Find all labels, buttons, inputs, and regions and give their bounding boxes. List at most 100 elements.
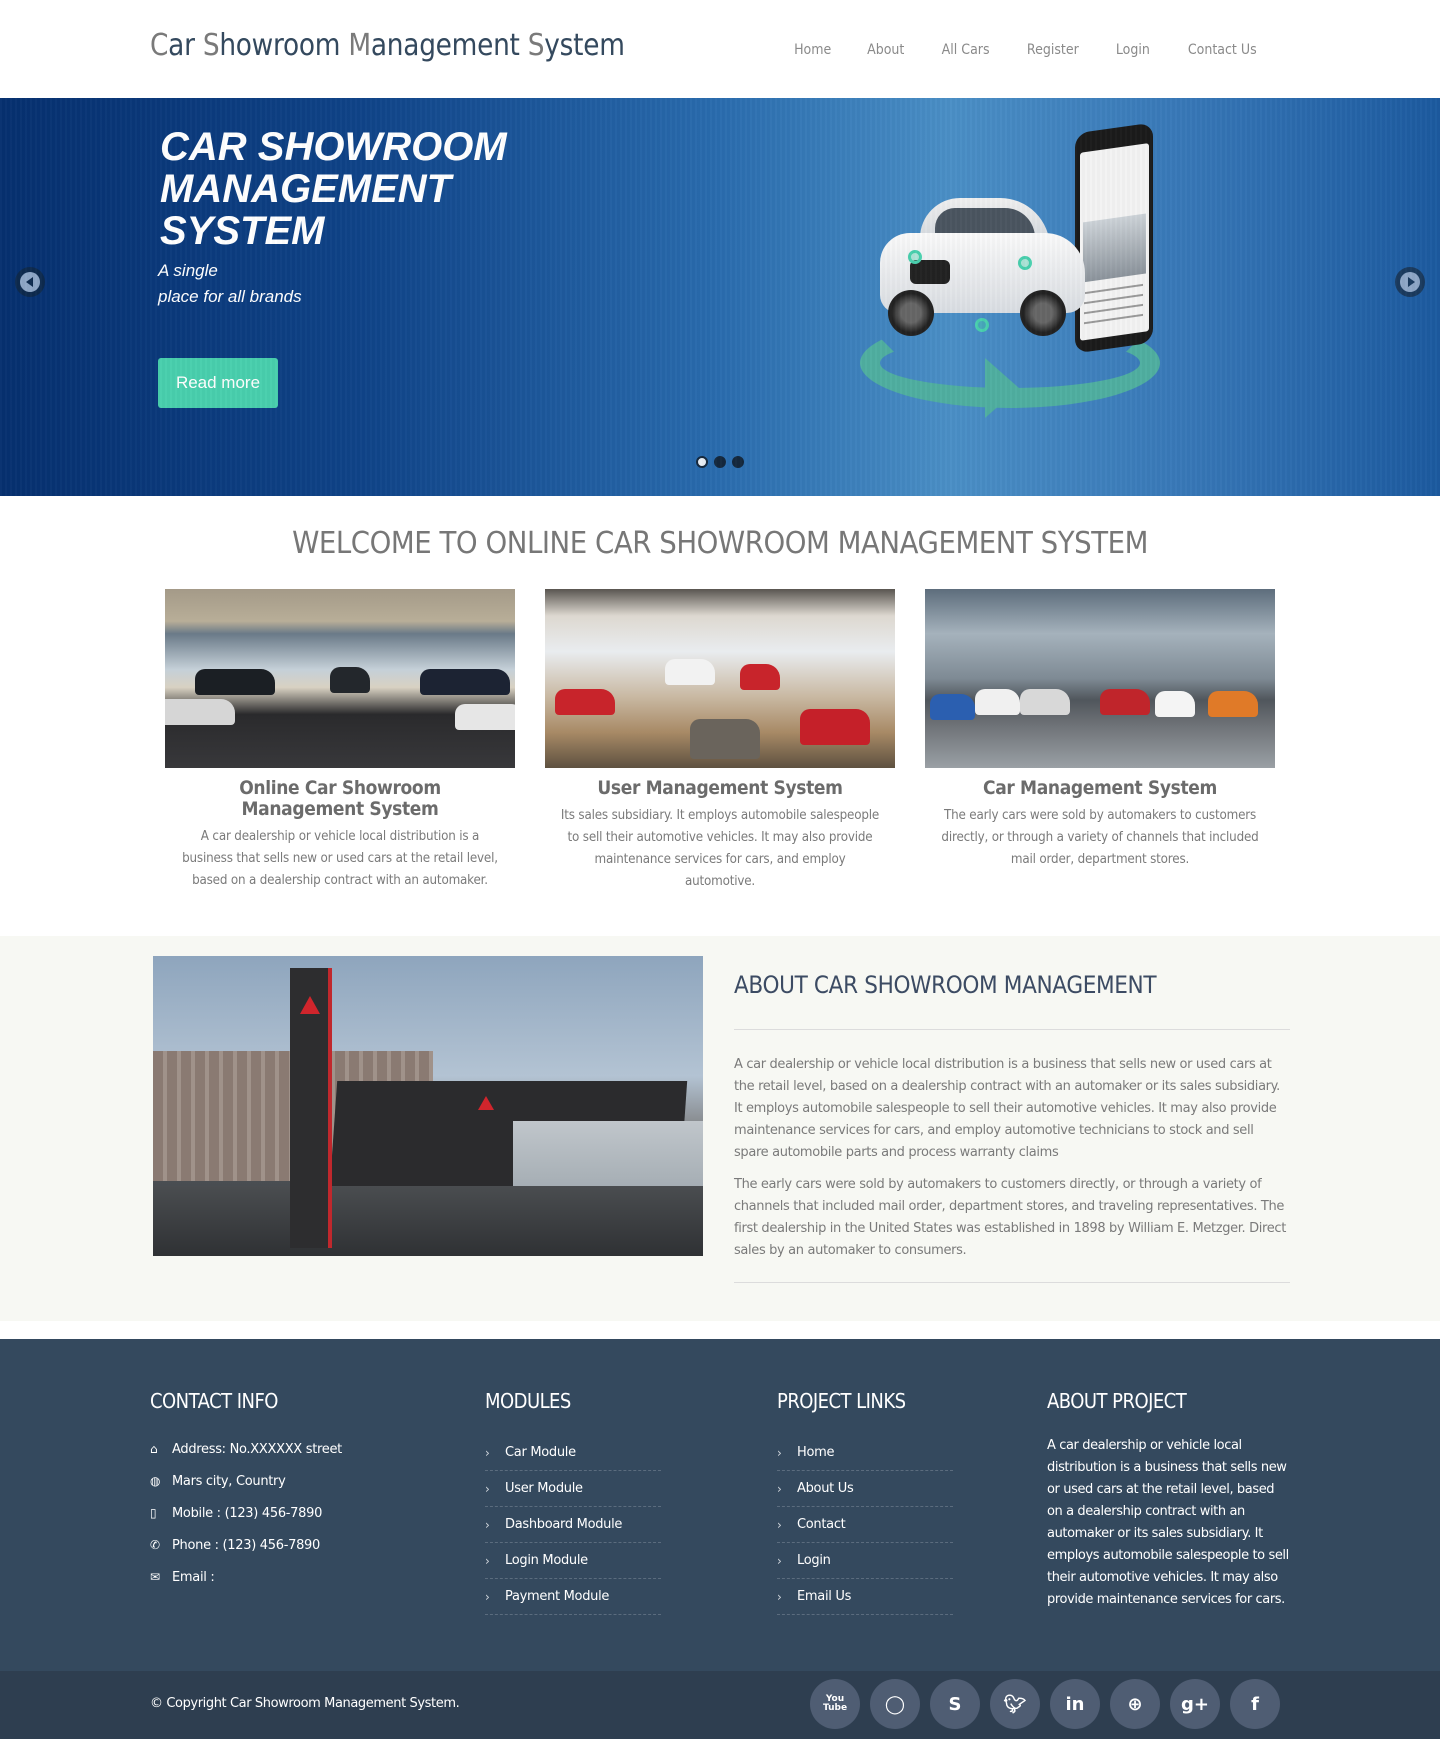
- carousel-dot-2[interactable]: [714, 456, 726, 468]
- hero-subtitle-line: A single: [158, 261, 218, 280]
- chevron-right-icon: ›: [777, 1481, 782, 1496]
- project-link-home[interactable]: › Home: [777, 1435, 953, 1471]
- card-text: A car dealership or vehicle local distri…: [182, 829, 498, 888]
- copyright-text: © Copyright Car Showroom Management Syst…: [150, 1696, 460, 1711]
- hero-carousel: CAR SHOWROOM MANAGEMENT SYSTEM A single pla…: [0, 98, 1440, 496]
- brand-text-part: anagement: [370, 28, 528, 63]
- link-label: Payment Module: [505, 1589, 610, 1604]
- site-footer: CONTACT INFO ⌂ Address: No.XXXXXX street ◍…: [0, 1339, 1440, 1671]
- link-label: About Us: [797, 1481, 854, 1496]
- contact-heading: CONTACT INFO: [150, 1389, 278, 1413]
- chevron-right-icon: ›: [777, 1517, 782, 1532]
- divider: [734, 1282, 1290, 1283]
- carousel-dot-1[interactable]: [696, 456, 708, 468]
- modules-column: MODULES › Car Module › User Module › Dashboar…: [485, 1389, 661, 1615]
- site-logo[interactable]: Car Showroom Management System: [150, 28, 625, 63]
- contact-text: Email :: [172, 1569, 215, 1585]
- about-section: ABOUT CAR SHOWROOM MANAGEMENT A car deal…: [0, 936, 1440, 1321]
- feature-card: User Management System Its sales subsidi…: [545, 589, 895, 893]
- contact-item: ✉ Email :: [150, 1561, 342, 1593]
- brand-text-part: ar: [168, 28, 203, 63]
- facebook-icon: f: [1251, 1693, 1259, 1715]
- hotspot-icon: [975, 318, 989, 332]
- project-links-heading: PROJECT LINKS: [777, 1389, 906, 1413]
- feature-card: Car Management System The early cars wer…: [925, 589, 1275, 893]
- hero-title-line: MANAGEMENT: [160, 167, 452, 211]
- dribbble-button[interactable]: ⊕: [1110, 1679, 1160, 1729]
- contact-text: Phone : (123) 456-7890: [172, 1537, 320, 1553]
- link-label: Email Us: [797, 1589, 852, 1604]
- google-plus-button[interactable]: g+: [1170, 1679, 1220, 1729]
- project-link-about-us[interactable]: › About Us: [777, 1471, 953, 1507]
- youtube-button[interactable]: You Tube: [810, 1679, 860, 1729]
- linkedin-button[interactable]: in: [1050, 1679, 1100, 1729]
- chevron-right-icon: ›: [485, 1445, 490, 1460]
- welcome-heading: WELCOME TO ONLINE CAR SHOWROOM MANAGEMEN…: [292, 526, 1148, 561]
- dribbble-icon: ⊕: [1127, 1693, 1143, 1715]
- hero-illustration: [860, 118, 1180, 448]
- dealership-building-image: [153, 956, 703, 1256]
- google-plus-icon: g+: [1181, 1693, 1209, 1715]
- card-title: Car Management System: [983, 777, 1217, 799]
- project-link-login[interactable]: › Login: [777, 1543, 953, 1579]
- carousel-dot-3[interactable]: [732, 456, 744, 468]
- brand-text-part: C: [150, 28, 169, 63]
- brand-text-part: S: [202, 28, 220, 63]
- nav-link-all-cars[interactable]: All Cars: [942, 42, 990, 58]
- github-icon: ◯: [884, 1693, 906, 1715]
- contact-info-column: CONTACT INFO ⌂ Address: No.XXXXXX street ◍…: [150, 1389, 342, 1593]
- contact-text: Mars city, Country: [172, 1473, 286, 1489]
- contact-item: ✆ Phone : (123) 456-7890: [150, 1529, 342, 1561]
- brand-text-part: ystem: [544, 28, 625, 63]
- link-label: Contact: [797, 1517, 846, 1532]
- link-label: User Module: [505, 1481, 583, 1496]
- about-heading: ABOUT CAR SHOWROOM MANAGEMENT: [734, 971, 1157, 999]
- youtube-icon: You Tube: [822, 1694, 848, 1713]
- linkedin-icon: in: [1065, 1693, 1085, 1715]
- card-text: The early cars were sold by automakers t…: [941, 808, 1259, 867]
- hero-subtitle: A single place for all brands: [158, 258, 302, 310]
- car-graphic: [880, 198, 1090, 336]
- about-paragraph: A car dealership or vehicle local distri…: [734, 1057, 1280, 1160]
- card-title: User Management System: [597, 777, 843, 799]
- about-project-heading: ABOUT PROJECT: [1047, 1389, 1187, 1413]
- project-link-contact[interactable]: › Contact: [777, 1507, 953, 1543]
- twitter-button[interactable]: 🐦︎: [990, 1679, 1040, 1729]
- link-label: Car Module: [505, 1445, 576, 1460]
- carousel-indicators: [696, 456, 744, 468]
- link-label: Dashboard Module: [505, 1517, 623, 1532]
- phone-icon: ✆: [150, 1538, 160, 1552]
- nav-link-register[interactable]: Register: [1027, 42, 1079, 58]
- module-link-login-module[interactable]: › Login Module: [485, 1543, 661, 1579]
- carousel-prev-button[interactable]: [15, 267, 45, 297]
- nav-link-home[interactable]: Home: [794, 42, 831, 58]
- feature-card: Online Car Showroom Management System A …: [165, 589, 515, 893]
- contact-text: Mobile : (123) 456-7890: [172, 1505, 323, 1521]
- facebook-button[interactable]: f: [1230, 1679, 1280, 1729]
- brand-text-part: M: [348, 28, 371, 63]
- module-link-car-module[interactable]: › Car Module: [485, 1435, 661, 1471]
- module-link-user-module[interactable]: › User Module: [485, 1471, 661, 1507]
- module-link-dashboard-module[interactable]: › Dashboard Module: [485, 1507, 661, 1543]
- skype-icon: S: [948, 1693, 962, 1715]
- chevron-right-icon: ›: [485, 1589, 490, 1604]
- home-icon: ⌂: [150, 1442, 158, 1456]
- twitter-icon: 🐦︎: [1003, 1693, 1027, 1715]
- nav-link-contact-us[interactable]: Contact Us: [1187, 42, 1256, 58]
- github-button[interactable]: ◯: [870, 1679, 920, 1729]
- nav-link-about[interactable]: About: [868, 42, 905, 58]
- skype-button[interactable]: S: [930, 1679, 980, 1729]
- read-more-button[interactable]: Read more: [158, 358, 278, 408]
- carousel-next-button[interactable]: [1395, 267, 1425, 297]
- project-links-column: PROJECT LINKS › Home › About Us › Contact › Log…: [777, 1389, 953, 1615]
- nav-link-login[interactable]: Login: [1116, 42, 1150, 58]
- globe-icon: ◍: [150, 1474, 161, 1488]
- project-link-email-us[interactable]: › Email Us: [777, 1579, 953, 1615]
- contact-item: ▯ Mobile : (123) 456-7890: [150, 1497, 342, 1529]
- chevron-right-icon: ›: [777, 1553, 782, 1568]
- arrow-left-icon: [25, 277, 33, 287]
- link-label: Login Module: [505, 1553, 588, 1568]
- module-link-payment-module[interactable]: › Payment Module: [485, 1579, 661, 1615]
- chevron-right-icon: ›: [777, 1589, 782, 1604]
- card-title: Online Car Showroom Management System: [239, 777, 441, 820]
